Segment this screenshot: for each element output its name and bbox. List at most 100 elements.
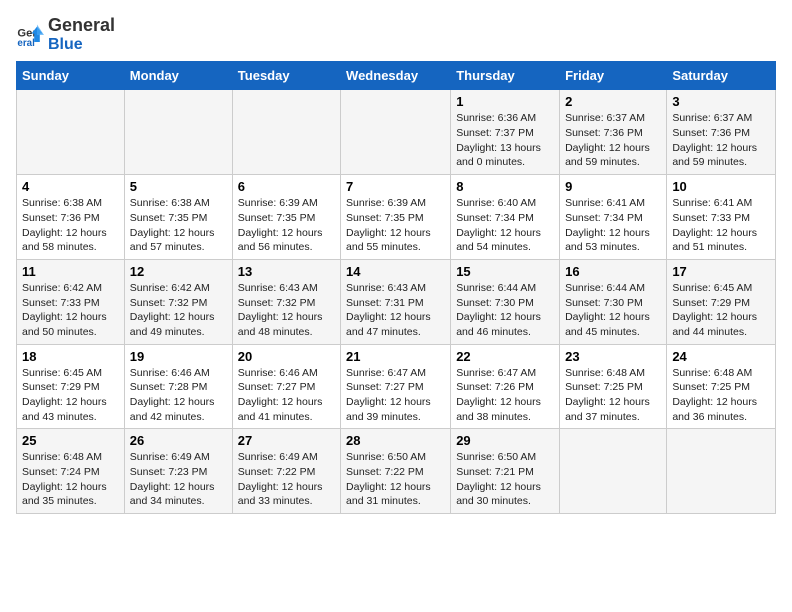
calendar-cell: 6 Sunrise: 6:39 AM Sunset: 7:35 PM Daylig… xyxy=(232,175,340,260)
calendar-cell: 5 Sunrise: 6:38 AM Sunset: 7:35 PM Daylig… xyxy=(124,175,232,260)
calendar-cell: 7 Sunrise: 6:39 AM Sunset: 7:35 PM Daylig… xyxy=(341,175,451,260)
calendar-cell: 17 Sunrise: 6:45 AM Sunset: 7:29 PM Dayli… xyxy=(667,259,776,344)
weekday-header-sunday: Sunday xyxy=(17,62,125,90)
calendar-week-row: 4 Sunrise: 6:38 AM Sunset: 7:36 PM Daylig… xyxy=(17,175,776,260)
day-info: Sunrise: 6:39 AM Sunset: 7:35 PM Dayligh… xyxy=(346,196,445,255)
calendar-cell: 20 Sunrise: 6:46 AM Sunset: 7:27 PM Dayli… xyxy=(232,344,340,429)
day-info: Sunrise: 6:42 AM Sunset: 7:33 PM Dayligh… xyxy=(22,281,119,340)
day-info: Sunrise: 6:36 AM Sunset: 7:37 PM Dayligh… xyxy=(456,111,554,170)
svg-text:eral: eral xyxy=(17,38,35,49)
calendar-week-row: 11 Sunrise: 6:42 AM Sunset: 7:33 PM Dayli… xyxy=(17,259,776,344)
day-number: 13 xyxy=(238,264,335,279)
day-number: 24 xyxy=(672,349,770,364)
day-number: 23 xyxy=(565,349,661,364)
calendar-table: SundayMondayTuesdayWednesdayThursdayFrid… xyxy=(16,61,776,514)
calendar-cell xyxy=(124,90,232,175)
calendar-cell: 22Sunrise: 6:47 AM Sunset: 7:26 PM Dayli… xyxy=(451,344,560,429)
calendar-cell: 29 Sunrise: 6:50 AM Sunset: 7:21 PM Dayli… xyxy=(451,429,560,514)
calendar-cell: 1 Sunrise: 6:36 AM Sunset: 7:37 PM Daylig… xyxy=(451,90,560,175)
calendar-cell: 21Sunrise: 6:47 AM Sunset: 7:27 PM Dayli… xyxy=(341,344,451,429)
day-number: 2 xyxy=(565,94,661,109)
day-number: 6 xyxy=(238,179,335,194)
day-info: Sunrise: 6:38 AM Sunset: 7:36 PM Dayligh… xyxy=(22,196,119,255)
day-number: 19 xyxy=(130,349,227,364)
calendar-cell: 18 Sunrise: 6:45 AM Sunset: 7:29 PM Dayli… xyxy=(17,344,125,429)
weekday-header-friday: Friday xyxy=(560,62,667,90)
calendar-cell xyxy=(667,429,776,514)
day-number: 21 xyxy=(346,349,445,364)
day-number: 20 xyxy=(238,349,335,364)
calendar-week-row: 1 Sunrise: 6:36 AM Sunset: 7:37 PM Daylig… xyxy=(17,90,776,175)
day-number: 3 xyxy=(672,94,770,109)
calendar-cell: 16 Sunrise: 6:44 AM Sunset: 7:30 PM Dayli… xyxy=(560,259,667,344)
day-number: 27 xyxy=(238,433,335,448)
day-info: Sunrise: 6:44 AM Sunset: 7:30 PM Dayligh… xyxy=(565,281,661,340)
calendar-cell xyxy=(341,90,451,175)
calendar-week-row: 18 Sunrise: 6:45 AM Sunset: 7:29 PM Dayli… xyxy=(17,344,776,429)
day-number: 10 xyxy=(672,179,770,194)
day-number: 26 xyxy=(130,433,227,448)
day-info: Sunrise: 6:38 AM Sunset: 7:35 PM Dayligh… xyxy=(130,196,227,255)
calendar-cell: 27 Sunrise: 6:49 AM Sunset: 7:22 PM Dayli… xyxy=(232,429,340,514)
calendar-cell: 2 Sunrise: 6:37 AM Sunset: 7:36 PM Daylig… xyxy=(560,90,667,175)
day-number: 4 xyxy=(22,179,119,194)
logo-icon: Gen eral xyxy=(16,21,44,49)
calendar-cell: 11 Sunrise: 6:42 AM Sunset: 7:33 PM Dayli… xyxy=(17,259,125,344)
weekday-header-tuesday: Tuesday xyxy=(232,62,340,90)
day-number: 25 xyxy=(22,433,119,448)
day-info: Sunrise: 6:41 AM Sunset: 7:33 PM Dayligh… xyxy=(672,196,770,255)
day-number: 14 xyxy=(346,264,445,279)
day-info: Sunrise: 6:50 AM Sunset: 7:21 PM Dayligh… xyxy=(456,450,554,509)
day-info: Sunrise: 6:37 AM Sunset: 7:36 PM Dayligh… xyxy=(672,111,770,170)
calendar-cell: 10 Sunrise: 6:41 AM Sunset: 7:33 PM Dayli… xyxy=(667,175,776,260)
day-info: Sunrise: 6:39 AM Sunset: 7:35 PM Dayligh… xyxy=(238,196,335,255)
calendar-cell: 24 Sunrise: 6:48 AM Sunset: 7:25 PM Dayli… xyxy=(667,344,776,429)
day-number: 11 xyxy=(22,264,119,279)
day-number: 16 xyxy=(565,264,661,279)
calendar-cell: 8Sunrise: 6:40 AM Sunset: 7:34 PM Daylig… xyxy=(451,175,560,260)
day-number: 7 xyxy=(346,179,445,194)
day-info: Sunrise: 6:48 AM Sunset: 7:25 PM Dayligh… xyxy=(672,366,770,425)
calendar-cell: 12 Sunrise: 6:42 AM Sunset: 7:32 PM Dayli… xyxy=(124,259,232,344)
calendar-cell xyxy=(17,90,125,175)
day-info: Sunrise: 6:43 AM Sunset: 7:31 PM Dayligh… xyxy=(346,281,445,340)
logo: Gen eral General Blue xyxy=(16,16,115,53)
day-number: 15 xyxy=(456,264,554,279)
day-info: Sunrise: 6:49 AM Sunset: 7:23 PM Dayligh… xyxy=(130,450,227,509)
day-number: 12 xyxy=(130,264,227,279)
weekday-header-thursday: Thursday xyxy=(451,62,560,90)
day-info: Sunrise: 6:42 AM Sunset: 7:32 PM Dayligh… xyxy=(130,281,227,340)
day-number: 1 xyxy=(456,94,554,109)
calendar-week-row: 25 Sunrise: 6:48 AM Sunset: 7:24 PM Dayli… xyxy=(17,429,776,514)
calendar-cell: 25 Sunrise: 6:48 AM Sunset: 7:24 PM Dayli… xyxy=(17,429,125,514)
day-number: 17 xyxy=(672,264,770,279)
day-number: 29 xyxy=(456,433,554,448)
day-number: 18 xyxy=(22,349,119,364)
calendar-cell: 13 Sunrise: 6:43 AM Sunset: 7:32 PM Dayli… xyxy=(232,259,340,344)
day-info: Sunrise: 6:43 AM Sunset: 7:32 PM Dayligh… xyxy=(238,281,335,340)
day-number: 9 xyxy=(565,179,661,194)
calendar-cell xyxy=(232,90,340,175)
calendar-cell: 19 Sunrise: 6:46 AM Sunset: 7:28 PM Dayli… xyxy=(124,344,232,429)
calendar-cell: 26 Sunrise: 6:49 AM Sunset: 7:23 PM Dayli… xyxy=(124,429,232,514)
day-info: Sunrise: 6:45 AM Sunset: 7:29 PM Dayligh… xyxy=(22,366,119,425)
day-info: Sunrise: 6:44 AM Sunset: 7:30 PM Dayligh… xyxy=(456,281,554,340)
day-number: 5 xyxy=(130,179,227,194)
calendar-cell: 9 Sunrise: 6:41 AM Sunset: 7:34 PM Daylig… xyxy=(560,175,667,260)
day-info: Sunrise: 6:48 AM Sunset: 7:25 PM Dayligh… xyxy=(565,366,661,425)
calendar-cell: 28Sunrise: 6:50 AM Sunset: 7:22 PM Dayli… xyxy=(341,429,451,514)
calendar-body: 1 Sunrise: 6:36 AM Sunset: 7:37 PM Daylig… xyxy=(17,90,776,514)
day-info: Sunrise: 6:37 AM Sunset: 7:36 PM Dayligh… xyxy=(565,111,661,170)
logo-line2: Blue xyxy=(48,36,115,54)
day-info: Sunrise: 6:48 AM Sunset: 7:24 PM Dayligh… xyxy=(22,450,119,509)
day-number: 8 xyxy=(456,179,554,194)
header: Gen eral General Blue xyxy=(16,16,776,53)
day-info: Sunrise: 6:49 AM Sunset: 7:22 PM Dayligh… xyxy=(238,450,335,509)
day-info: Sunrise: 6:41 AM Sunset: 7:34 PM Dayligh… xyxy=(565,196,661,255)
day-info: Sunrise: 6:45 AM Sunset: 7:29 PM Dayligh… xyxy=(672,281,770,340)
weekday-header-saturday: Saturday xyxy=(667,62,776,90)
calendar-cell: 15 Sunrise: 6:44 AM Sunset: 7:30 PM Dayli… xyxy=(451,259,560,344)
calendar-cell xyxy=(560,429,667,514)
day-info: Sunrise: 6:46 AM Sunset: 7:27 PM Dayligh… xyxy=(238,366,335,425)
day-info: Sunrise: 6:46 AM Sunset: 7:28 PM Dayligh… xyxy=(130,366,227,425)
